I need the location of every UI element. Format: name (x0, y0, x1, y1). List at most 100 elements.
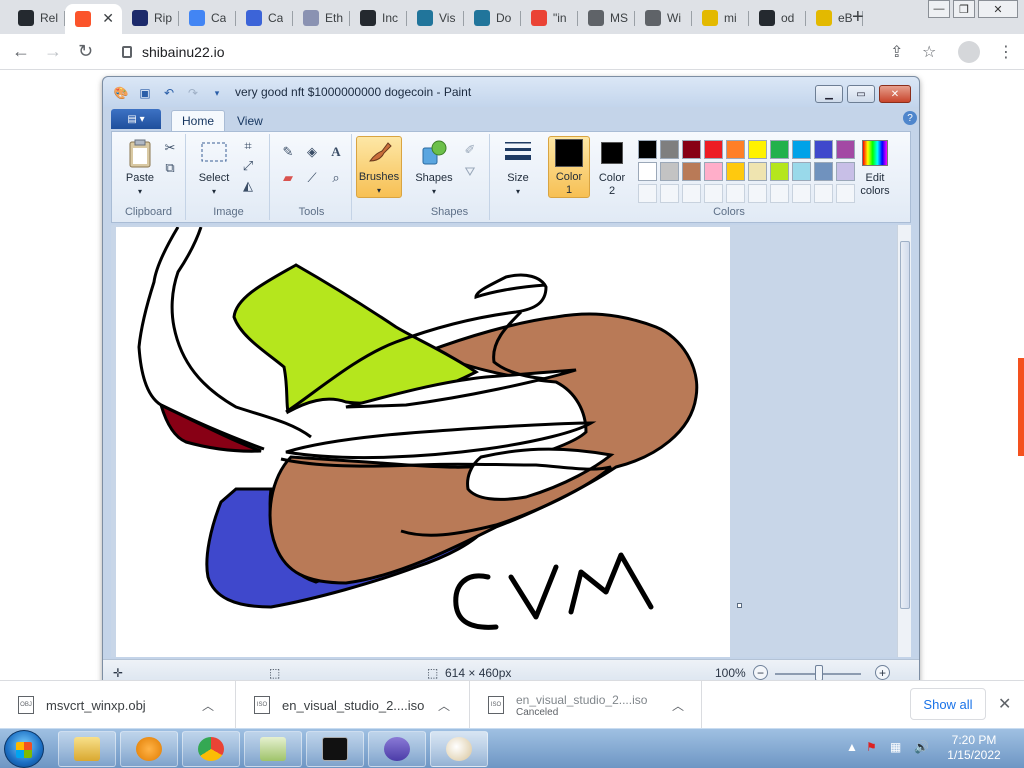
notepad-taskbar-button[interactable] (244, 731, 302, 767)
download-item[interactable]: OBJ msvcrt_winxp.obj ︿ (0, 681, 236, 729)
browser-tab[interactable]: mi (692, 4, 749, 32)
custom-color-slot[interactable] (770, 184, 789, 203)
clock[interactable]: 7:20 PM 1/15/2022 (946, 733, 1002, 763)
back-button[interactable]: ← (12, 41, 30, 62)
browser-tab[interactable]: Ca (236, 4, 293, 32)
bookmark-star-icon[interactable]: ☆ (922, 42, 936, 62)
browser-tab[interactable]: Eth (293, 4, 350, 32)
canvas-area[interactable] (111, 225, 903, 657)
magnifier-icon[interactable]: ⌕ (326, 168, 346, 188)
canvas-resize-handle[interactable] (737, 603, 742, 608)
browser-tab[interactable]: Inc (350, 4, 407, 32)
forward-button[interactable]: → (44, 41, 62, 62)
shapes-button[interactable]: Shapes ▾ (412, 138, 456, 202)
custom-color-slot[interactable] (792, 184, 811, 203)
color-swatch[interactable] (660, 162, 679, 181)
outline-icon[interactable]: ✐ (460, 140, 480, 160)
explorer-taskbar-button[interactable] (58, 731, 116, 767)
color-swatch[interactable] (792, 140, 811, 159)
cut-icon[interactable]: ✂ (160, 138, 180, 158)
drawing-canvas[interactable] (116, 227, 730, 657)
minimize-button[interactable]: — (928, 0, 950, 18)
custom-color-slot[interactable] (726, 184, 745, 203)
visual-studio-taskbar-button[interactable] (368, 731, 426, 767)
chrome-taskbar-button[interactable] (182, 731, 240, 767)
zoom-out-button[interactable]: − (753, 665, 768, 680)
chevron-up-icon[interactable]: ︿ (672, 697, 684, 714)
color-swatch[interactable] (682, 140, 701, 159)
fill-icon[interactable]: ⛛ (460, 162, 480, 182)
close-tab-icon[interactable]: ✕ (102, 10, 114, 27)
download-item[interactable]: ISO en_visual_studio_2....iso Canceled ︿ (470, 681, 702, 729)
profile-avatar[interactable] (958, 41, 980, 63)
color-swatch[interactable] (726, 140, 745, 159)
paint-minimize-button[interactable]: ▁ (815, 85, 843, 103)
show-all-button[interactable]: Show all (910, 688, 986, 720)
color-swatch[interactable] (748, 162, 767, 181)
browser-tab[interactable]: Do (464, 4, 521, 32)
file-menu-button[interactable]: ▤ ▾ (111, 109, 161, 129)
paint-app-icon[interactable]: 🎨 (113, 85, 129, 101)
color-swatch[interactable] (660, 140, 679, 159)
color-swatch[interactable] (638, 162, 657, 181)
share-icon[interactable]: ⇪ (890, 42, 903, 62)
address-bar[interactable]: shibainu22.io (110, 37, 960, 67)
chevron-up-icon[interactable]: ︿ (438, 697, 450, 714)
browser-tab[interactable]: od (749, 4, 806, 32)
tab-view[interactable]: View (227, 110, 273, 131)
color-swatch[interactable] (792, 162, 811, 181)
page-scrollbar-thumb[interactable] (1018, 358, 1024, 456)
zoom-in-button[interactable]: + (875, 665, 890, 680)
tab-home[interactable]: Home (171, 110, 226, 131)
cmd-taskbar-button[interactable] (306, 731, 364, 767)
edit-colors-button[interactable]: Edit colors (850, 138, 900, 202)
browser-tab[interactable]: "in (521, 4, 578, 32)
paint-taskbar-button[interactable] (430, 731, 488, 767)
menu-icon[interactable]: ⋮ (998, 42, 1014, 62)
color-swatch[interactable] (638, 140, 657, 159)
media-player-taskbar-button[interactable] (120, 731, 178, 767)
new-tab-button[interactable]: + (852, 6, 864, 29)
color-swatch[interactable] (704, 140, 723, 159)
custom-color-slot[interactable] (682, 184, 701, 203)
undo-icon[interactable]: ↶ (161, 85, 177, 101)
browser-tab[interactable]: Rip (122, 4, 179, 32)
color-swatch[interactable] (770, 162, 789, 181)
reload-button[interactable]: ↻ (78, 41, 93, 62)
action-center-icon[interactable]: ⚑ (866, 740, 877, 754)
canvas-vertical-scrollbar[interactable] (897, 225, 911, 657)
network-icon[interactable]: ▦ (890, 740, 901, 754)
customize-qat-icon[interactable]: ▾ (209, 85, 225, 101)
browser-tab[interactable]: Rel (8, 4, 65, 32)
paint-maximize-button[interactable]: ▭ (847, 85, 875, 103)
download-item[interactable]: ISO en_visual_studio_2....iso ︿ (236, 681, 470, 729)
select-button[interactable]: Select ▾ (192, 138, 236, 202)
browser-tab[interactable]: Vis (407, 4, 464, 32)
close-downloads-icon[interactable]: ✕ (998, 694, 1011, 714)
paint-close-button[interactable]: ✕ (879, 85, 911, 103)
close-window-button[interactable]: ✕ (978, 0, 1018, 18)
fill-bucket-icon[interactable]: ◈ (302, 142, 322, 162)
color1-button[interactable]: Color 1 (548, 136, 590, 198)
help-icon[interactable]: ? (903, 111, 917, 125)
chevron-up-icon[interactable]: ︿ (202, 697, 214, 714)
custom-color-slot[interactable] (704, 184, 723, 203)
browser-tab[interactable]: ✕ (65, 4, 122, 34)
custom-color-slot[interactable] (638, 184, 657, 203)
size-button[interactable]: Size ▾ (496, 138, 540, 202)
resize-icon[interactable]: ⤢ (238, 156, 258, 176)
canvas-scroll-thumb[interactable] (900, 241, 910, 609)
crop-icon[interactable]: ⌗ (238, 136, 258, 156)
show-hidden-icons[interactable]: ▲ (846, 740, 858, 754)
browser-tab[interactable]: Ca (179, 4, 236, 32)
restore-button[interactable]: ❐ (953, 0, 975, 18)
color-swatch[interactable] (814, 140, 833, 159)
custom-color-slot[interactable] (814, 184, 833, 203)
color-swatch[interactable] (682, 162, 701, 181)
browser-tab[interactable]: Wi (635, 4, 692, 32)
zoom-slider-thumb[interactable] (815, 665, 823, 681)
eraser-icon[interactable]: ▰ (278, 168, 298, 188)
paste-button[interactable]: Paste ▾ (118, 138, 162, 202)
text-tool-icon[interactable]: A (326, 142, 346, 162)
color-picker-icon[interactable]: ⟋ (302, 168, 322, 188)
